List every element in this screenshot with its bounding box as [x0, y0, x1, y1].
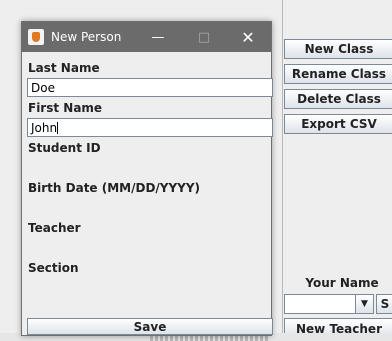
dialog-titlebar[interactable]: New Person — □ ✕ — [22, 22, 271, 52]
first-name-value: John — [31, 121, 58, 135]
s-button[interactable]: S — [376, 294, 392, 314]
new-person-dialog: New Person — □ ✕ Last Name Doe First Nam… — [21, 21, 273, 336]
first-name-label: First Name — [28, 101, 103, 115]
first-name-field[interactable]: John — [27, 118, 273, 137]
export-csv-button[interactable]: Export CSV — [284, 114, 392, 134]
your-name-combo[interactable]: ▼ — [284, 294, 374, 314]
new-class-button[interactable]: New Class — [284, 39, 392, 59]
rename-class-button[interactable]: Rename Class — [284, 64, 392, 84]
java-app-icon — [28, 29, 44, 45]
panel-divider — [282, 0, 283, 341]
last-name-label: Last Name — [28, 61, 100, 75]
last-name-value: Doe — [31, 81, 55, 95]
maximize-icon[interactable]: □ — [182, 22, 226, 52]
dropdown-arrow-icon[interactable]: ▼ — [355, 295, 373, 313]
dialog-title: New Person — [51, 30, 122, 44]
birth-date-label: Birth Date (MM/DD/YYYY) — [28, 181, 201, 195]
close-icon[interactable]: ✕ — [226, 22, 270, 52]
text-cursor — [57, 122, 59, 134]
student-id-label: Student ID — [28, 141, 101, 155]
minimize-icon[interactable]: — — [136, 22, 180, 52]
delete-class-button[interactable]: Delete Class — [284, 89, 392, 109]
your-name-label: Your Name — [305, 276, 379, 290]
last-name-field[interactable]: Doe — [27, 78, 273, 97]
section-label: Section — [28, 261, 79, 275]
teacher-label: Teacher — [28, 221, 81, 235]
save-button[interactable]: Save — [27, 318, 273, 335]
